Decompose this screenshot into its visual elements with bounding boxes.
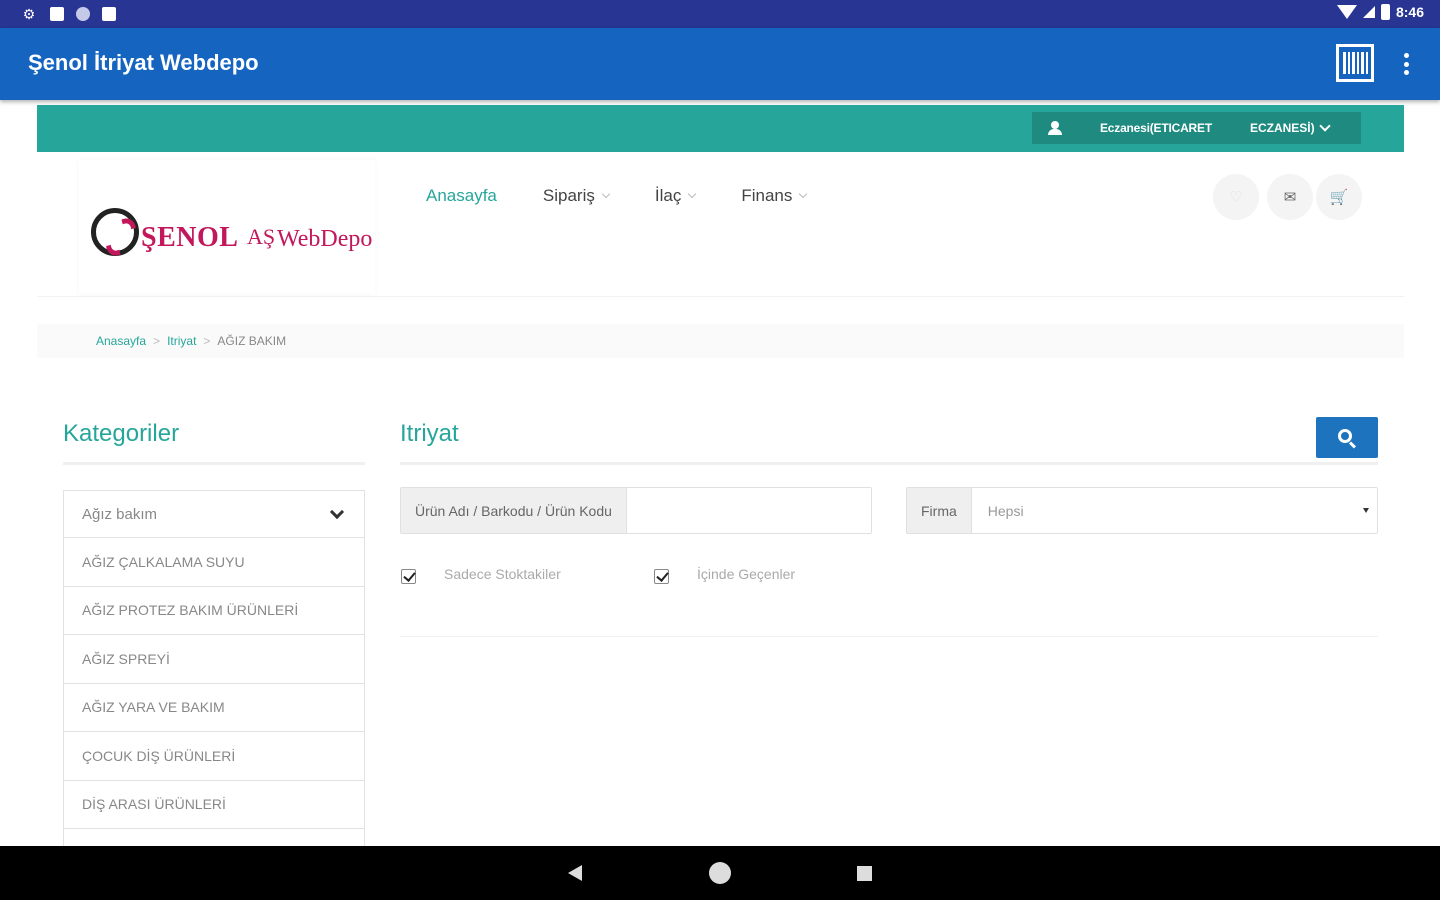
chevron-down-icon bbox=[799, 189, 808, 199]
site-header: ŞENOL AŞ WebDepo Anasayfa Sipariş İlaç F… bbox=[37, 152, 1404, 297]
search-button[interactable] bbox=[1316, 417, 1378, 458]
sd-card-notification-icon bbox=[102, 7, 116, 21]
category-select-value: Ağız bakım bbox=[82, 505, 158, 523]
category-item[interactable]: AĞIZ PROTEZ BAKIM ÜRÜNLERİ bbox=[63, 586, 365, 635]
heart-icon[interactable]: ♡ bbox=[1213, 174, 1259, 220]
breadcrumb: Anasayfa > Itriyat > AĞIZ BAKIM bbox=[37, 324, 1404, 358]
breadcrumb-current: AĞIZ BAKIM bbox=[217, 334, 287, 348]
product-search-group: Ürün Adı / Barkodu / Ürün Kodu bbox=[400, 487, 872, 534]
user-name-2: ECZANESİ) bbox=[1249, 121, 1315, 135]
logo-as: AŞ bbox=[247, 224, 276, 249]
firm-label: Firma bbox=[907, 488, 972, 533]
app-notification-icon bbox=[50, 7, 64, 21]
firm-select-value: Hepsi bbox=[987, 502, 1024, 519]
more-vert-icon[interactable] bbox=[1396, 50, 1416, 78]
system-nav-bar bbox=[0, 846, 1440, 900]
breadcrumb-itriyat[interactable]: Itriyat bbox=[167, 334, 196, 348]
logo-mark-icon bbox=[91, 208, 139, 256]
category-item[interactable]: DİŞ ARASI ÜRÜNLERİ bbox=[63, 780, 365, 829]
status-notification-icons: ⚙ bbox=[20, 5, 116, 23]
logo-brand: ŞENOL bbox=[141, 222, 239, 253]
app-title: Şenol İtriyat Webdepo bbox=[28, 50, 259, 75]
nav-label: Anasayfa bbox=[426, 186, 497, 205]
back-icon[interactable] bbox=[568, 865, 582, 881]
wifi-icon bbox=[1336, 5, 1357, 19]
chevron-down-icon bbox=[1318, 120, 1331, 132]
main-divider bbox=[400, 462, 1378, 465]
stock-only-label: Sadece Stoktakiler bbox=[444, 566, 561, 582]
app-bar: Şenol İtriyat Webdepo bbox=[0, 28, 1440, 100]
cell-signal-icon bbox=[1362, 6, 1375, 18]
status-system-icons: 8:46 bbox=[1336, 4, 1424, 20]
filter-divider bbox=[400, 636, 1378, 637]
user-name: Eczanesi(ETICARET bbox=[1100, 121, 1212, 135]
nav-siparis[interactable]: Sipariş bbox=[542, 186, 611, 206]
nav-finans[interactable]: Finans bbox=[741, 186, 808, 206]
stock-only-checkbox[interactable] bbox=[401, 569, 416, 584]
cart-icon[interactable]: 🛒 bbox=[1316, 174, 1362, 220]
chevron-down-icon bbox=[601, 189, 611, 199]
user-bar: Eczanesi(ETICARET ECZANESİ) bbox=[37, 105, 1404, 152]
category-item[interactable]: AĞIZ ÇALKALAMA SUYU bbox=[63, 538, 365, 587]
barcode-scan-icon[interactable] bbox=[1336, 44, 1374, 82]
product-search-input[interactable] bbox=[626, 488, 871, 533]
breadcrumb-home[interactable]: Anasayfa bbox=[96, 334, 146, 348]
logo[interactable]: ŞENOL AŞ WebDepo bbox=[79, 160, 375, 294]
recents-icon[interactable] bbox=[857, 866, 872, 881]
main-nav: Anasayfa Sipariş İlaç Finans bbox=[426, 186, 852, 206]
contains-checkbox[interactable] bbox=[654, 569, 669, 584]
firm-select[interactable]: Hepsi bbox=[971, 488, 1377, 533]
breadcrumb-separator: > bbox=[153, 334, 161, 348]
product-search-label: Ürün Adı / Barkodu / Ürün Kodu bbox=[401, 488, 627, 533]
page-title: Itriyat bbox=[400, 420, 459, 447]
category-select[interactable]: Ağız bakım bbox=[63, 490, 365, 538]
chevron-down-icon bbox=[329, 504, 345, 520]
category-item[interactable]: AĞIZ SPREYİ bbox=[63, 635, 365, 684]
caret-down-icon bbox=[1363, 508, 1369, 513]
nav-ilac[interactable]: İlaç bbox=[654, 186, 697, 206]
logo-suffix: WebDepo bbox=[277, 226, 373, 252]
category-item[interactable]: ÇOCUK DİŞ ÜRÜNLERİ bbox=[63, 732, 365, 781]
nav-label: İlaç bbox=[654, 186, 682, 205]
search-icon bbox=[1338, 428, 1352, 443]
user-menu-button[interactable]: Eczanesi(ETICARET ECZANESİ) bbox=[1032, 112, 1361, 144]
user-icon bbox=[1048, 121, 1062, 135]
breadcrumb-separator: > bbox=[203, 334, 211, 348]
status-bar: ⚙ 8:46 bbox=[0, 0, 1440, 28]
category-item[interactable] bbox=[63, 829, 365, 846]
category-item[interactable]: AĞIZ YARA VE BAKIM bbox=[63, 683, 365, 732]
sidebar-title: Kategoriler bbox=[63, 420, 180, 447]
category-list: Ağız bakım AĞIZ ÇALKALAMA SUYU AĞIZ PROT… bbox=[63, 490, 365, 846]
sidebar-divider bbox=[63, 462, 365, 465]
circle-notification-icon bbox=[76, 7, 90, 21]
chevron-down-icon bbox=[688, 189, 697, 199]
settings-notification-icon: ⚙ bbox=[22, 5, 36, 22]
home-icon[interactable] bbox=[709, 862, 731, 884]
battery-icon bbox=[1380, 4, 1390, 20]
firm-select-group: Firma Hepsi bbox=[906, 487, 1378, 534]
nav-label: Finans bbox=[741, 186, 793, 205]
mail-icon[interactable]: ✉ bbox=[1267, 174, 1313, 220]
contains-label: İçinde Geçenler bbox=[697, 566, 796, 582]
nav-anasayfa[interactable]: Anasayfa bbox=[426, 186, 497, 206]
nav-label: Sipariş bbox=[542, 186, 595, 205]
status-time: 8:46 bbox=[1395, 4, 1424, 20]
